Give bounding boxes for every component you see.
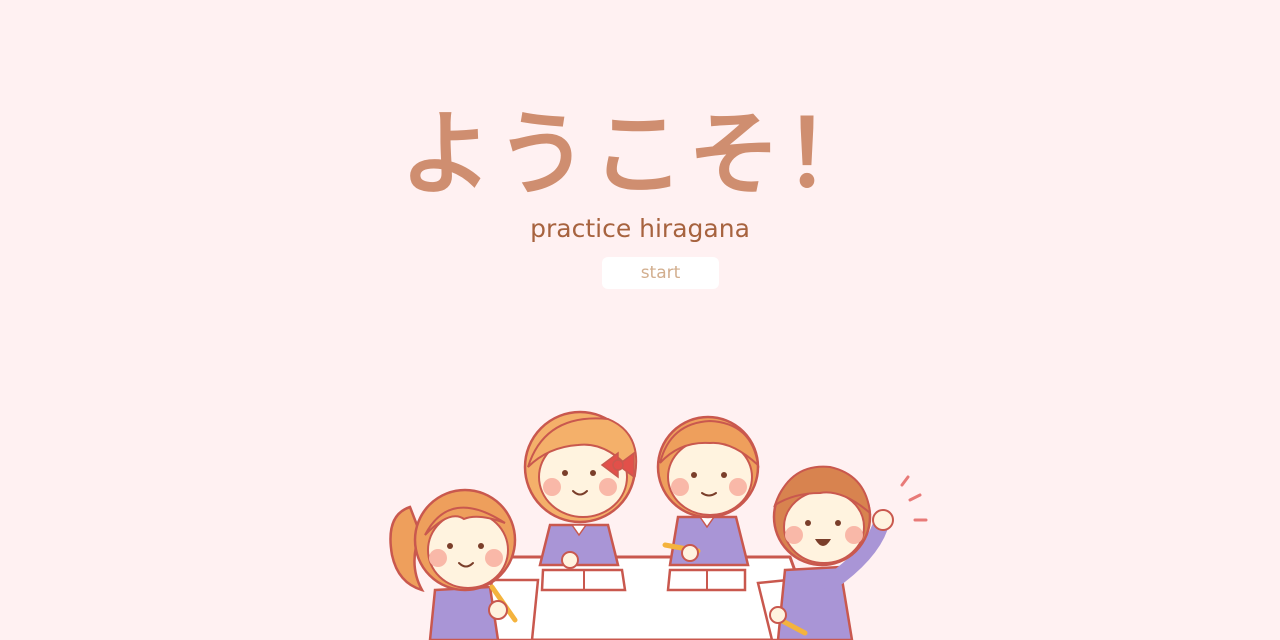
welcome-title: ようこそ！ bbox=[399, 101, 880, 208]
welcome-screen: ようこそ！ practice hiragana start bbox=[0, 0, 1280, 640]
students-studying-illustration bbox=[389, 410, 928, 640]
start-button[interactable]: start bbox=[602, 257, 719, 289]
welcome-subtitle: practice hiragana bbox=[530, 214, 750, 243]
